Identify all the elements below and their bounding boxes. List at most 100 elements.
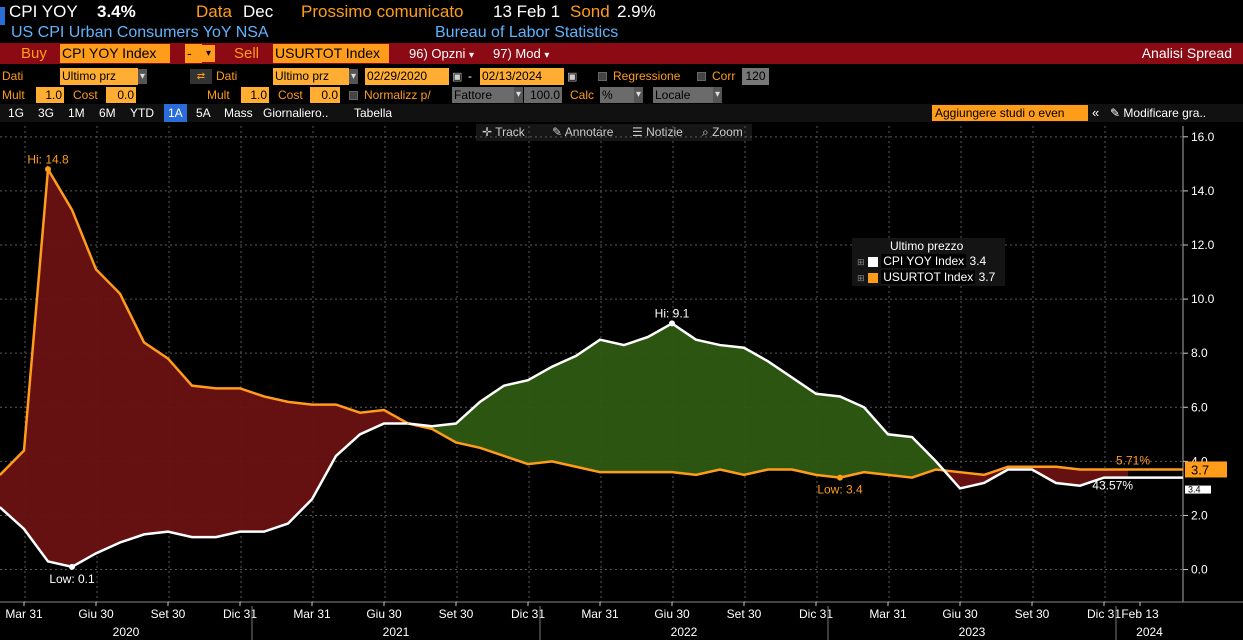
source: Bureau of Labor Statistics [435, 24, 619, 41]
calc-dropdown-icon[interactable]: ▾ [634, 87, 644, 103]
normalize-dropdown-icon[interactable]: ▾ [514, 87, 524, 103]
legend-expand-icon[interactable]: ⊞ [857, 257, 865, 267]
dati2-select[interactable]: Ultimo prz [273, 68, 349, 85]
start-calendar-icon[interactable]: ▣ [452, 68, 462, 87]
normalize-number-input[interactable]: 100.0 [524, 87, 562, 103]
data-point-cpi [647, 336, 649, 338]
data-point-usurtot [719, 468, 721, 471]
data-point-usurtot [863, 471, 865, 473]
cost2-input[interactable]: 0.0 [310, 87, 340, 103]
corr-checkbox[interactable] [697, 67, 706, 86]
last-value-text-cpi: 3.4 [1188, 485, 1201, 495]
legend-expand-icon[interactable]: ⊞ [857, 273, 865, 283]
data-point-cpi [863, 406, 865, 409]
data-point-usurtot [407, 422, 409, 425]
data-point-usurtot [575, 465, 577, 468]
swap-icon[interactable]: ⇄ [190, 69, 212, 84]
end-calendar-icon[interactable]: ▣ [567, 68, 577, 87]
options-menu[interactable]: 96) Opzni ▾ [409, 43, 474, 66]
low-label-usurtot: Low: 3.4 [817, 483, 863, 497]
modify-chart-button[interactable]: ✎ Modificare gra.. [1110, 104, 1206, 122]
operator-select[interactable]: - [185, 44, 202, 63]
period-1a[interactable]: 1A [164, 104, 187, 122]
data-point-usurtot [983, 474, 985, 476]
x-tick-label: Set 30 [439, 607, 474, 621]
period-1m[interactable]: 1M [68, 104, 85, 122]
data-point-cpi [23, 528, 25, 530]
header-row: CPI YOY 3.4% Data Dec Prossimo comunicat… [0, 0, 1243, 25]
data-point-usurtot [959, 471, 961, 473]
data-point-cpi [143, 533, 145, 536]
data-point-usurtot [1079, 468, 1081, 471]
next-release-label: Prossimo comunicato [301, 2, 464, 21]
data-point-cpi [215, 536, 217, 538]
ticker[interactable]: CPI YOY [9, 0, 78, 24]
data-point-usurtot [71, 209, 73, 211]
data-point-usurtot [383, 409, 385, 411]
start-date-input[interactable]: 02/29/2020 [365, 68, 449, 85]
data-point-usurtot [1055, 465, 1057, 468]
period-5a[interactable]: 5A [196, 104, 211, 122]
normalize-select[interactable]: Fattore [452, 87, 514, 103]
table-button[interactable]: Tabella [354, 104, 392, 122]
collapse-icon[interactable]: « [1092, 104, 1099, 122]
regression-label: Regressione [613, 69, 681, 83]
spread-title: Analisi Spread [1141, 45, 1232, 61]
data-point-cpi [1031, 468, 1033, 471]
legend-name-usurtot: USURTOT Index [881, 270, 976, 284]
period-ytd[interactable]: YTD [130, 104, 154, 122]
dati-dropdown-icon[interactable]: ▾ [138, 69, 148, 84]
regression-checkbox[interactable] [598, 67, 607, 86]
data-point-cpi [359, 433, 361, 436]
period-3g[interactable]: 3G [38, 104, 54, 122]
y-tick-label: 2.0 [1191, 508, 1208, 522]
next-release-value: 13 Feb 1 [493, 2, 561, 21]
spread-chart[interactable]: 0.02.04.06.08.010.012.014.016.0Hi: 14.8L… [0, 122, 1243, 640]
x-tick-label: Set 30 [151, 607, 186, 621]
sell-security-input[interactable]: USURTOT Index [273, 44, 389, 63]
normalize-checkbox[interactable] [349, 86, 358, 104]
add-studies-input[interactable]: Aggiungere studi o even [932, 105, 1088, 121]
data-point-usurtot [767, 468, 769, 471]
legend-value-cpi: 3.4 [969, 254, 987, 268]
legend-swatch-usurtot [867, 272, 878, 283]
description-row: US CPI Urban Consumers YoY NSA Bureau of… [0, 23, 1243, 43]
calc-select[interactable]: % [600, 87, 634, 103]
data-point-usurtot [791, 468, 793, 471]
year-label: 2021 [383, 625, 410, 639]
legend-item-cpi[interactable]: ⊞ CPI YOY Index 3.4 [857, 254, 986, 268]
buy-security-input[interactable]: CPI YOY Index [60, 44, 170, 63]
period-6m[interactable]: 6M [99, 104, 116, 122]
low-marker-cpi [69, 563, 75, 570]
end-date-input[interactable]: 02/13/2024 [480, 68, 564, 85]
dati-select[interactable]: Ultimo prz [60, 68, 138, 85]
year-label: 2020 [113, 625, 140, 639]
pct-label-usurtot: 5.71% [1116, 453, 1150, 467]
mod-menu[interactable]: 97) Mod ▾ [493, 43, 549, 66]
cost-input[interactable]: 0.0 [106, 87, 136, 103]
legend-name-cpi: CPI YOY Index [881, 254, 967, 268]
period-max[interactable]: Mass [224, 104, 253, 122]
hi-marker-cpi [669, 320, 675, 327]
period-1g[interactable]: 1G [8, 104, 24, 122]
survey-label: Sond [570, 2, 610, 21]
data-point-cpi [935, 460, 937, 463]
dati2-dropdown-icon[interactable]: ▾ [349, 69, 359, 84]
frequency-select[interactable]: Giornaliero.. [263, 104, 328, 122]
mult2-input[interactable]: 1.0 [241, 87, 269, 103]
pencil-icon: ✎ [1110, 106, 1121, 120]
buy-label: Buy [21, 45, 47, 62]
mult-input[interactable]: 1.0 [36, 87, 64, 103]
sell-label: Sell [234, 45, 260, 62]
mult2-label: Mult [207, 88, 230, 102]
operator-dropdown-icon[interactable]: ▾ [202, 45, 215, 62]
corr-input[interactable]: 120 [742, 68, 769, 85]
mod-dropdown-icon: ▾ [544, 50, 550, 61]
locale-dropdown-icon[interactable]: ▾ [713, 87, 723, 103]
legend-item-usurtot[interactable]: ⊞ USURTOT Index 3.7 [857, 270, 995, 284]
data-point-usurtot [143, 341, 145, 344]
locale-select[interactable]: Locale [653, 87, 713, 103]
data-point-cpi [743, 346, 745, 349]
low-marker-usurtot [837, 474, 843, 481]
data-point-cpi [455, 422, 457, 425]
